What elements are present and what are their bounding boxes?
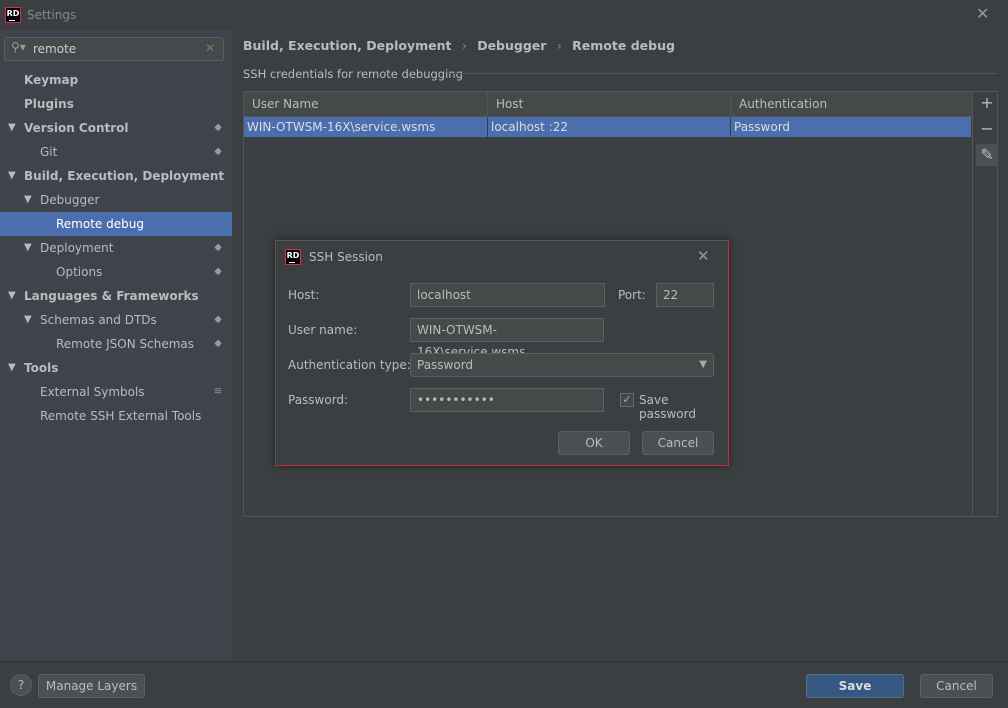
add-icon[interactable]: +	[976, 92, 998, 114]
column-header[interactable]: Host	[488, 92, 731, 117]
column-header[interactable]: Authentication	[731, 92, 972, 117]
expand-triangle-icon[interactable]: ▼	[24, 236, 32, 260]
host-label: Host:	[288, 288, 320, 302]
breadcrumb: Build, Execution, Deployment › Debugger …	[243, 38, 675, 53]
expand-triangle-icon[interactable]: ▼	[8, 356, 16, 380]
layer-icon: ◆	[214, 338, 222, 349]
sidebar-item-version-control[interactable]: ▼ Version Control ◆	[0, 116, 232, 140]
help-button[interactable]: ?	[10, 674, 32, 696]
sidebar-item-git[interactable]: Git ◆	[0, 140, 232, 164]
ok-button[interactable]: OK	[558, 431, 630, 455]
sidebar-item-schemas-dtds[interactable]: ▼ Schemas and DTDs ◆	[0, 308, 232, 332]
table-cell[interactable]: Password	[731, 117, 972, 137]
ssh-session-dialog: RD SSH Session ✕ Host: localhost Port: 2…	[275, 240, 729, 466]
close-window-icon[interactable]: ✕	[976, 4, 989, 23]
save-password-label[interactable]: Save password	[639, 393, 728, 421]
sidebar-item-deployment[interactable]: ▼ Deployment ◆	[0, 236, 232, 260]
section-title: SSH credentials for remote debugging	[243, 67, 463, 81]
password-field[interactable]: •••••••••••	[410, 388, 604, 412]
section-divider	[448, 73, 998, 74]
sidebar-item-remote-ssh-external-tools[interactable]: Remote SSH External Tools	[0, 404, 232, 428]
port-label: Port:	[618, 288, 646, 302]
clear-search-icon[interactable]: ✕	[205, 41, 215, 55]
sidebar-item-languages-frameworks[interactable]: ▼ Languages & Frameworks	[0, 284, 232, 308]
footer: ? Manage Layers Save Cancel	[0, 661, 1008, 708]
port-field[interactable]: 22	[656, 283, 714, 307]
layer-icon: ◆	[214, 122, 222, 133]
rider-logo: RD	[285, 249, 301, 265]
breadcrumb-item[interactable]: Build, Execution, Deployment	[243, 38, 451, 53]
sidebar-item-plugins[interactable]: Plugins	[0, 92, 232, 116]
sidebar-item-build-execution-deployment[interactable]: ▼ Build, Execution, Deployment	[0, 164, 232, 188]
sidebar-item-remote-json-schemas[interactable]: Remote JSON Schemas ◆	[0, 332, 232, 356]
layer-icon: ◆	[214, 242, 222, 253]
rider-logo: RD	[5, 7, 21, 23]
breadcrumb-item: Remote debug	[572, 38, 675, 53]
close-dialog-icon[interactable]: ✕	[697, 247, 710, 265]
window-title: Settings	[27, 8, 77, 22]
layers-icon: ≋	[213, 386, 222, 397]
table-cell[interactable]: localhost :22	[488, 117, 731, 137]
sidebar-item-debugger[interactable]: ▼ Debugger	[0, 188, 232, 212]
auth-type-label: Authentication type:	[288, 358, 411, 372]
expand-triangle-icon[interactable]: ▼	[8, 116, 16, 140]
host-field[interactable]: localhost	[410, 283, 605, 307]
column-header[interactable]: User Name	[244, 92, 488, 117]
chevron-down-icon: ▼	[699, 359, 707, 370]
layer-icon: ◆	[214, 146, 222, 157]
search-input[interactable]: ⚲▾ remote ✕	[4, 37, 224, 61]
edit-icon[interactable]: ✎	[976, 144, 998, 166]
expand-triangle-icon[interactable]: ▼	[24, 188, 32, 212]
cancel-button[interactable]: Cancel	[642, 431, 714, 455]
search-icon: ⚲▾	[11, 40, 26, 54]
expand-triangle-icon[interactable]: ▼	[8, 164, 16, 188]
sidebar-item-external-symbols[interactable]: External Symbols ≋	[0, 380, 232, 404]
password-label: Password:	[288, 393, 349, 407]
cancel-settings-button[interactable]: Cancel	[920, 674, 993, 698]
sidebar-item-options[interactable]: Options ◆	[0, 260, 232, 284]
sidebar-item-keymap[interactable]: Keymap	[0, 68, 232, 92]
auth-type-value: Password	[417, 358, 474, 372]
layer-icon: ◆	[214, 266, 222, 277]
sidebar-item-tools[interactable]: ▼ Tools	[0, 356, 232, 380]
sidebar-item-remote-debug[interactable]: Remote debug	[0, 212, 232, 236]
table-cell[interactable]: WIN-OTWSM-16X\service.wsms	[244, 117, 488, 137]
save-button[interactable]: Save	[806, 674, 904, 698]
expand-triangle-icon[interactable]: ▼	[24, 308, 32, 332]
title-bar: RD Settings ✕	[0, 0, 1008, 30]
auth-type-select[interactable]: Password ▼	[410, 353, 714, 377]
expand-triangle-icon[interactable]: ▼	[8, 284, 16, 308]
remove-icon[interactable]: −	[976, 118, 998, 140]
layer-icon: ◆	[214, 314, 222, 325]
save-password-checkbox[interactable]: ✓	[620, 393, 634, 407]
user-name-field[interactable]: WIN-OTWSM-16X\service.wsms	[410, 318, 604, 359]
user-name-label: User name:	[288, 323, 358, 337]
dialog-title: SSH Session	[309, 250, 383, 264]
manage-layers-button[interactable]: Manage Layers	[38, 674, 145, 698]
breadcrumb-item[interactable]: Debugger	[477, 38, 546, 53]
search-value: remote	[33, 42, 77, 56]
